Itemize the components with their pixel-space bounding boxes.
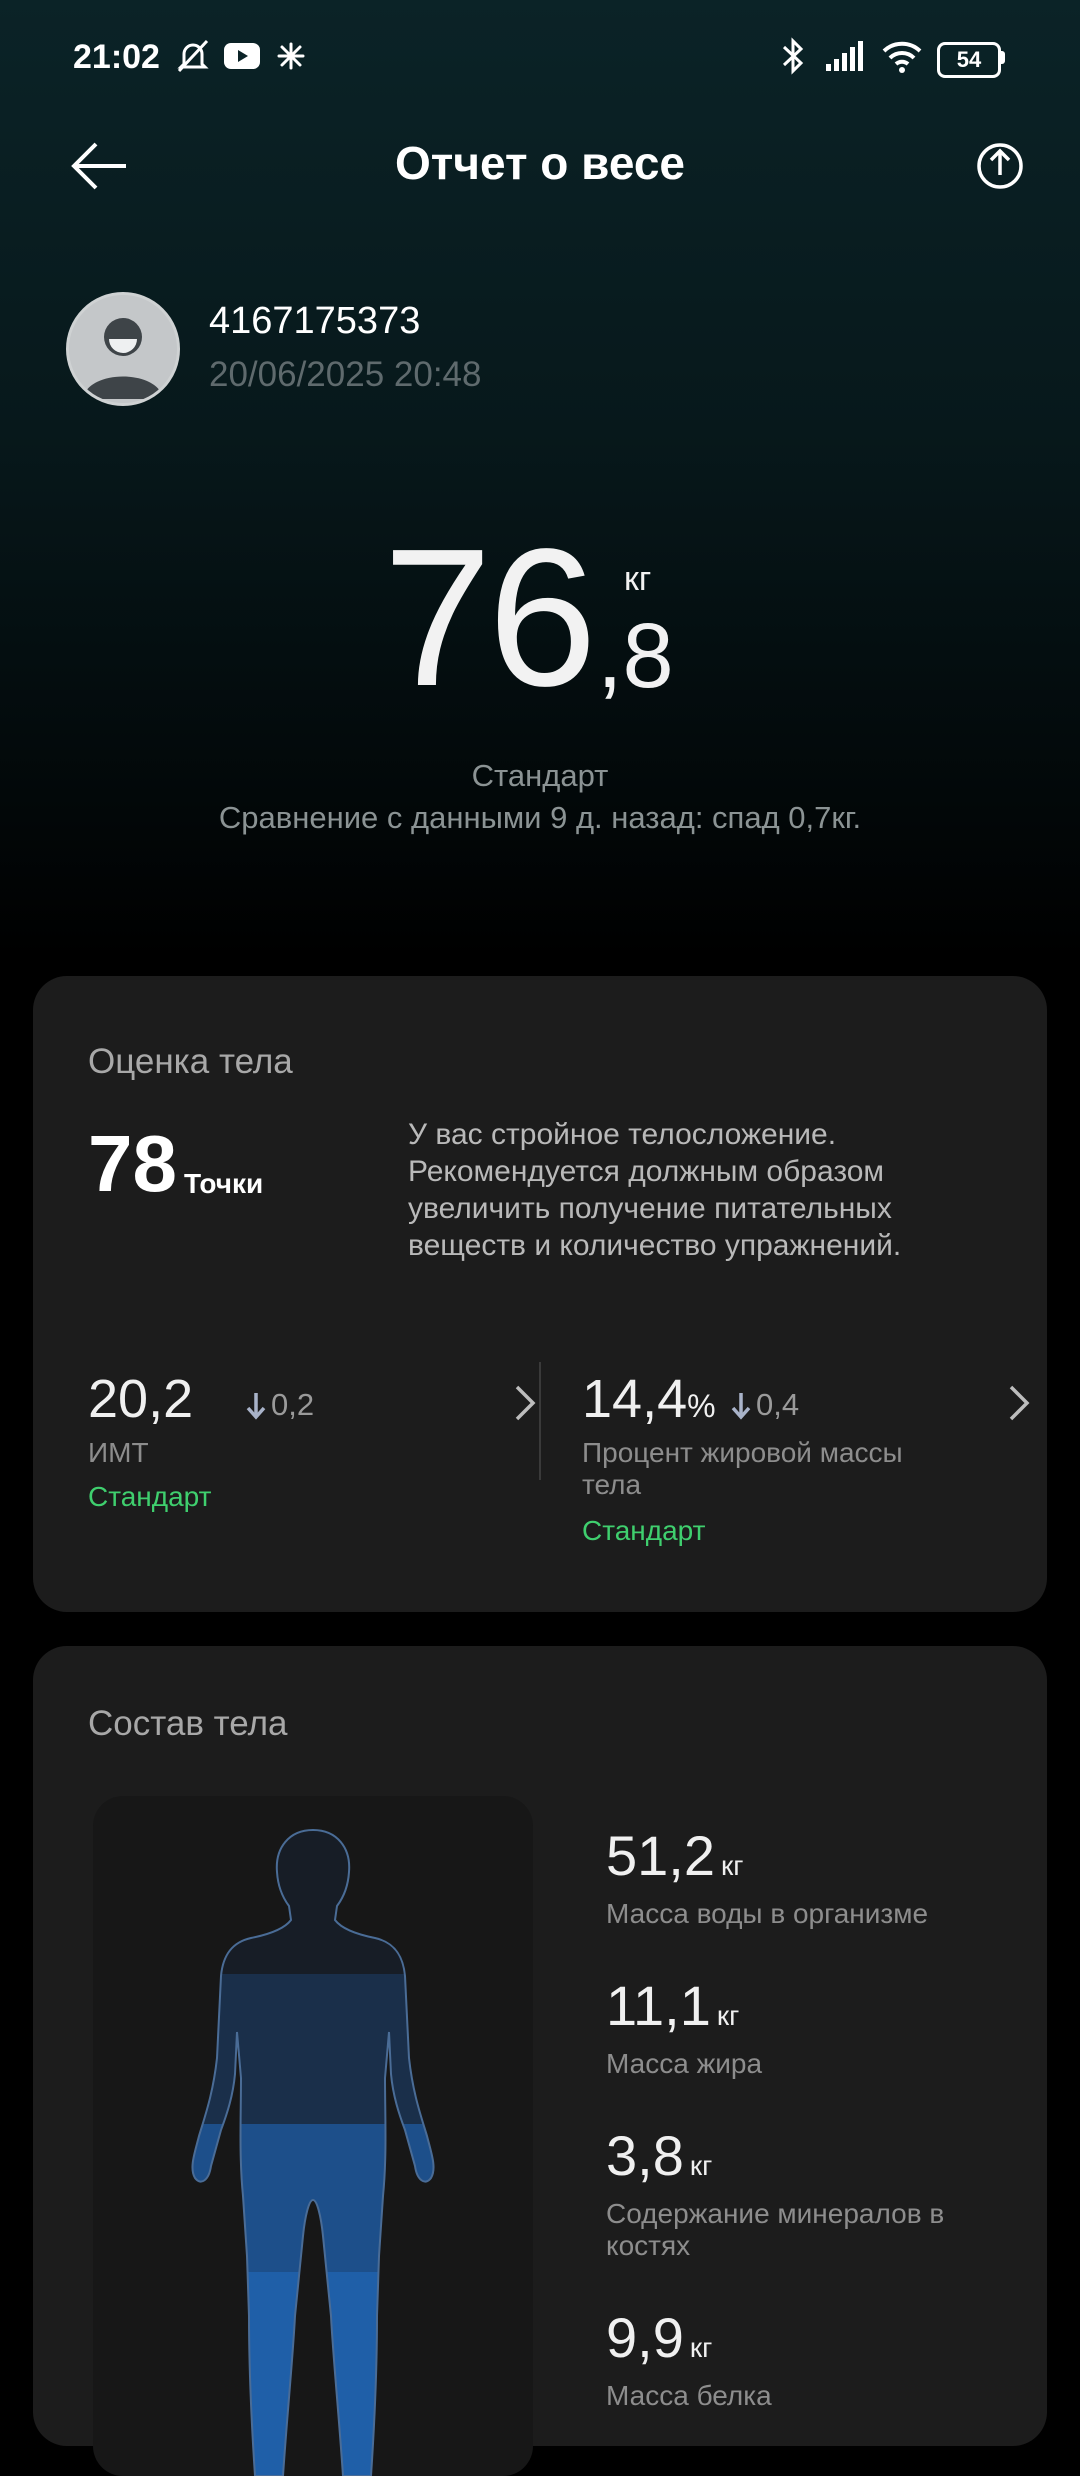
arrow-down-icon (246, 1393, 266, 1420)
body-fat-status: Стандарт (582, 1515, 706, 1546)
bone-mineral-unit: кг (689, 2150, 713, 2181)
fat-mass-label: Масса жира (606, 2048, 763, 2079)
fat-mass-item: 11,1 кг Масса жира (606, 1976, 762, 2080)
fat-mass-unit: кг (716, 2000, 740, 2031)
share-button[interactable] (970, 130, 1030, 202)
share-icon (977, 143, 1023, 189)
arrow-down-icon (731, 1393, 751, 1420)
fat-mass-value: 11,1 (606, 1974, 711, 2037)
status-bar: 21:02 54 (0, 0, 1080, 118)
body-score-card: Оценка тела 78 Точки У вас стройное тело… (33, 976, 1047, 1612)
signal-icon (822, 36, 868, 76)
bmi-delta: 0,2 (245, 1387, 314, 1423)
bell-muted-icon (172, 36, 214, 76)
chevron-right-icon (515, 1385, 536, 1421)
body-fat-metric[interactable]: 14,4% 0,4 Процент жировой массы тела Ста… (582, 1369, 1032, 1589)
body-figure-panel (93, 1796, 533, 2476)
page-title: Отчет о весе (395, 137, 685, 189)
avatar[interactable] (66, 292, 180, 406)
bmi-status: Стандарт (88, 1481, 212, 1512)
protein-mass-label: Масса белка (606, 2380, 772, 2411)
battery-tip (1000, 51, 1005, 64)
body-fat-value: 14,4% (582, 1369, 716, 1436)
bmi-delta-value: 0,2 (271, 1387, 315, 1422)
measurement-datetime: 20/06/2025 20:48 (209, 355, 482, 394)
protein-mass-unit: кг (689, 2332, 713, 2363)
weight-integer: 76 (383, 508, 597, 727)
body-score-value: 78 (88, 1119, 177, 1208)
status-time: 21:02 (73, 38, 160, 76)
chevron-right-icon (1009, 1385, 1030, 1421)
bmi-metric[interactable]: 20,2 0,2 ИМТ Стандарт (88, 1369, 538, 1589)
weight-comparison: Сравнение с данными 9 д. назад: спад 0,7… (218, 800, 862, 835)
bone-mineral-value: 3,8 (606, 2124, 684, 2187)
body-fat-unit: % (687, 1388, 716, 1424)
battery-indicator: 54 (937, 42, 1001, 78)
metrics-divider (539, 1362, 541, 1480)
body-score-unit: Точки (184, 1168, 264, 1199)
user-avatar-icon (69, 295, 177, 403)
protein-mass-item: 9,9 кг Масса белка (606, 2308, 772, 2412)
wifi-icon (880, 36, 924, 76)
body-fat-label: Процент жировой массы тела (582, 1437, 903, 1500)
water-mass-label: Масса воды в организме (606, 1898, 929, 1929)
weight-decimal: ,8 (597, 605, 674, 707)
sparkle-icon (272, 36, 310, 76)
body-score-title: Оценка тела (88, 1042, 293, 1081)
water-mass-unit: кг (721, 1850, 744, 1881)
water-mass-item: 51,2 кг Масса воды в организме (606, 1826, 928, 1930)
body-composition-title: Состав тела (88, 1704, 288, 1743)
profile-name: 4167175373 (209, 300, 421, 342)
bmi-value: 20,2 (88, 1369, 193, 1429)
bluetooth-icon (776, 36, 810, 76)
body-composition-card: Состав тела 51,2 кг Масса воды в организм… (33, 1646, 1047, 2476)
water-mass-value: 51,2 (606, 1824, 715, 1887)
human-body-figure (191, 1828, 435, 2476)
top-app-bar: Отчет о весе (0, 118, 1080, 214)
youtube-icon (222, 36, 262, 76)
bmi-value-text: 20,2 (88, 1369, 194, 1429)
body-fat-value-text: 14,4 (582, 1369, 688, 1429)
bone-mineral-item: 3,8 кг Содержание минералов в костях (606, 2126, 1006, 2262)
bmi-label: ИМТ (88, 1437, 149, 1468)
body-score-description: У вас стройное телосложение. Рекомендует… (408, 1118, 902, 1262)
body-fat-delta: 0,4 (730, 1387, 799, 1423)
weight-status: Стандарт (471, 758, 609, 793)
weight-unit: кг (624, 560, 652, 598)
body-fat-delta-value: 0,4 (756, 1387, 800, 1422)
battery-level: 54 (956, 47, 982, 72)
bone-mineral-label: Содержание минералов в костях (606, 2198, 945, 2261)
protein-mass-value: 9,9 (606, 2306, 684, 2369)
